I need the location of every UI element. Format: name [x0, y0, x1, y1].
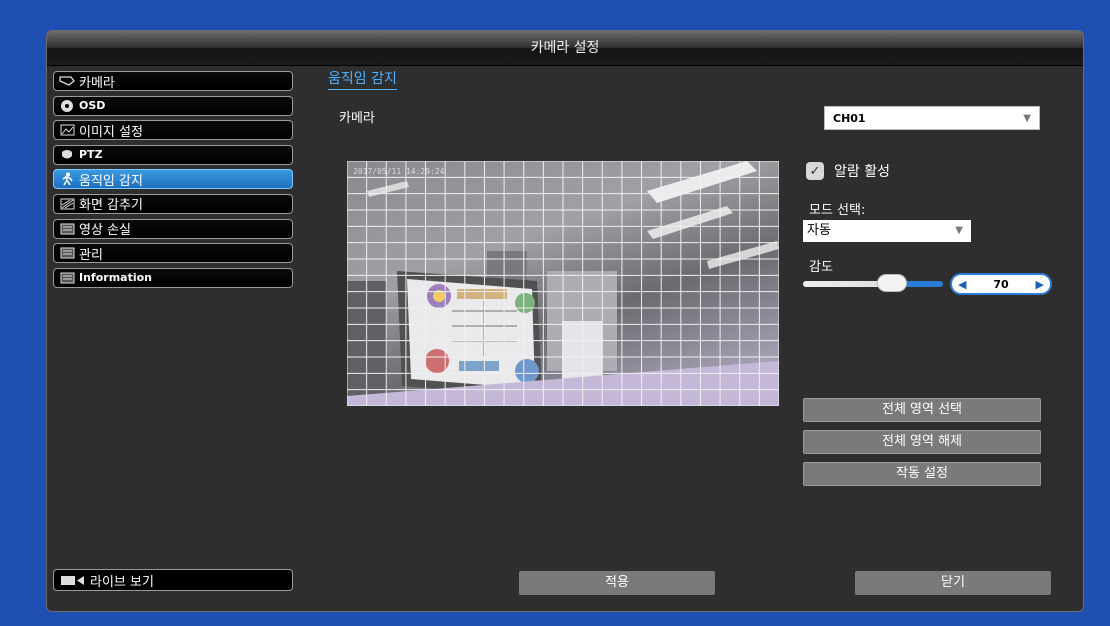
- sidebar-item-label: 이미지 설정: [79, 124, 143, 140]
- clear-all-area-button[interactable]: 전체 영역 해제: [803, 430, 1041, 454]
- sidebar: 카메라 OSD 이미지 설정 PTZ 움직임 감지 화면 감추기 영상 손실 관…: [53, 71, 293, 292]
- alarm-label: 알람 활성: [834, 164, 890, 180]
- sensitivity-stepper[interactable]: ◀ 70 ▶: [950, 273, 1052, 295]
- camera-select[interactable]: CH01 ▼: [824, 106, 1040, 130]
- osd-icon: [58, 99, 76, 113]
- operation-settings-button[interactable]: 작동 설정: [803, 462, 1041, 486]
- close-button[interactable]: 닫기: [855, 571, 1051, 595]
- sidebar-item-information[interactable]: Information: [53, 267, 293, 288]
- camera-settings-window: 카메라 설정 카메라 OSD 이미지 설정 PTZ 움직임 감지 화면 감추기 …: [46, 30, 1084, 612]
- arrow-right-icon[interactable]: ▶: [1036, 278, 1044, 291]
- ptz-icon: [58, 148, 76, 162]
- sidebar-item-osd[interactable]: OSD: [53, 95, 293, 116]
- mode-select-value: 자동: [807, 223, 831, 238]
- sidebar-item-label: 카메라: [79, 75, 115, 91]
- camera-label: 카메라: [339, 111, 375, 126]
- select-all-area-button[interactable]: 전체 영역 선택: [803, 398, 1041, 422]
- chevron-down-icon: ▼: [955, 225, 963, 236]
- sidebar-item-privacy-mask[interactable]: 화면 감추기: [53, 193, 293, 214]
- sensitivity-label: 감도: [809, 260, 833, 275]
- motion-grid-preview[interactable]: 2017/05/11 14:29:24: [347, 161, 779, 406]
- window-title: 카메라 설정: [47, 31, 1083, 66]
- mode-label: 모드 선택:: [809, 203, 866, 218]
- info-icon: [58, 271, 76, 285]
- mode-select[interactable]: 자동 ▼: [803, 220, 971, 242]
- sidebar-item-label: 화면 감추기: [79, 198, 143, 214]
- alarm-enable-checkbox[interactable]: ✓ 알람 활성: [806, 161, 890, 181]
- chevron-down-icon: ▼: [1023, 113, 1031, 124]
- sensitivity-slider[interactable]: [803, 281, 943, 287]
- sidebar-item-label: PTZ: [79, 148, 103, 162]
- live-view-label: 라이브 보기: [90, 574, 154, 590]
- sidebar-item-management[interactable]: 관리: [53, 243, 293, 264]
- image-icon: [58, 123, 76, 137]
- sidebar-item-image-settings[interactable]: 이미지 설정: [53, 120, 293, 141]
- sensitivity-slider-handle[interactable]: [877, 274, 907, 292]
- sidebar-item-label: 영상 손실: [79, 223, 131, 239]
- mask-icon: [58, 197, 76, 211]
- motion-grid[interactable]: [347, 161, 779, 406]
- video-timestamp: 2017/05/11 14:29:24: [353, 167, 445, 176]
- live-view-icon: [60, 574, 86, 586]
- sidebar-item-label: OSD: [79, 99, 106, 113]
- sidebar-item-label: 움직임 감지: [79, 173, 143, 189]
- checkmark-icon: ✓: [806, 162, 824, 180]
- arrow-left-icon[interactable]: ◀: [958, 278, 966, 291]
- apply-button[interactable]: 적용: [519, 571, 715, 595]
- motion-icon: [58, 172, 76, 186]
- sensitivity-value: 70: [993, 277, 1009, 291]
- section-title: 움직임 감지: [328, 71, 397, 90]
- camera-icon: [58, 74, 76, 88]
- sidebar-item-label: 관리: [79, 247, 103, 263]
- sidebar-item-video-loss[interactable]: 영상 손실: [53, 218, 293, 239]
- live-view-button[interactable]: 라이브 보기: [53, 569, 293, 591]
- sidebar-item-motion-detection[interactable]: 움직임 감지: [53, 169, 293, 190]
- camera-select-value: CH01: [833, 112, 866, 125]
- sidebar-item-label: Information: [79, 271, 152, 285]
- manage-icon: [58, 246, 76, 260]
- sidebar-item-camera[interactable]: 카메라: [53, 71, 293, 91]
- sidebar-item-ptz[interactable]: PTZ: [53, 144, 293, 165]
- video-loss-icon: [58, 222, 76, 236]
